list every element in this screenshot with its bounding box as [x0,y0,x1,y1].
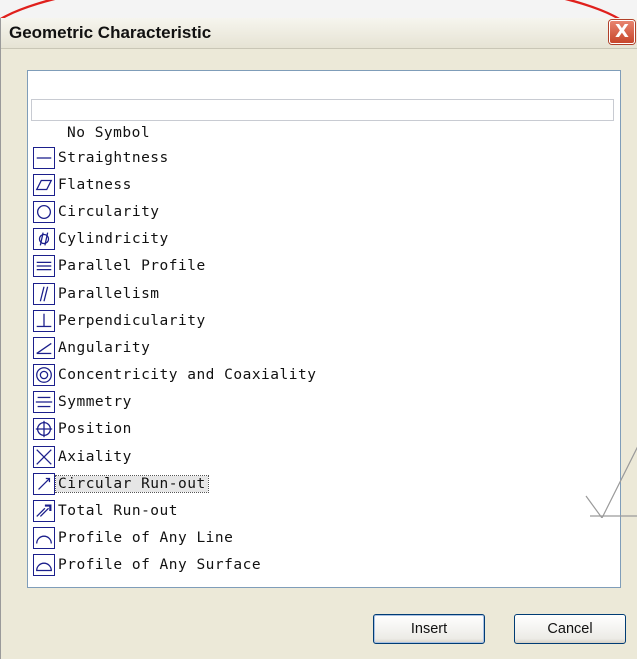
list-item[interactable]: Axiality [33,443,318,470]
list-item[interactable]: Total Run-out [33,497,318,524]
symbol-list: No Symbol Straightness Flatness Circularity… [33,122,318,579]
list-item[interactable]: Angularity [33,334,318,361]
list-item-label: Circular Run-out [55,474,209,493]
circular-runout-icon [33,472,55,495]
insert-button[interactable]: Insert [373,614,485,644]
list-item-label: Angularity [58,339,151,356]
list-item-label: Flatness [58,176,132,193]
profile-line-icon [33,527,55,550]
angularity-icon [33,336,55,359]
list-item-label: Total Run-out [58,503,178,520]
list-item[interactable]: Cylindricity [33,226,318,253]
axiality-icon [33,445,55,468]
title-bar[interactable]: Geometric Characteristic X [1,18,637,49]
parallelism-icon [33,282,55,305]
parallel-profile-icon [33,255,55,278]
profile-surface-icon [33,554,55,577]
list-item-label: Symmetry [58,394,132,411]
list-item[interactable]: Position [33,416,318,443]
flatness-icon [33,173,55,196]
position-icon [33,418,55,441]
list-item[interactable]: Perpendicularity [33,307,318,334]
list-item-label: No Symbol [67,125,151,141]
geometric-characteristic-dialog: Geometric Characteristic X No Symbol Stra… [0,18,637,659]
list-item-label: Concentricity and Coaxiality [58,367,317,384]
list-item-label: Cylindricity [58,231,169,248]
list-item[interactable]: Profile of Any Line [33,525,318,552]
list-item-label: Parallel Profile [58,258,206,275]
close-button[interactable]: X [609,20,635,44]
list-item[interactable]: Circular Run-out [33,470,318,497]
list-item-label: Circularity [58,203,160,220]
list-item[interactable]: Parallelism [33,280,318,307]
cylindricity-icon [33,228,55,251]
perpendicularity-icon [33,309,55,332]
symmetry-icon [33,391,55,414]
list-item-label: Position [58,421,132,438]
straightness-icon [33,146,55,169]
list-item[interactable]: Profile of Any Surface [33,552,318,579]
list-item[interactable]: Flatness [33,171,318,198]
list-item[interactable]: Straightness [33,144,318,171]
total-runout-icon [33,500,55,523]
concentricity-icon [33,364,55,387]
list-item[interactable]: No Symbol [33,122,318,144]
list-item-label: Axiality [58,448,132,465]
list-item[interactable]: Symmetry [33,389,318,416]
list-item-label: Parallelism [58,285,160,302]
list-item[interactable]: Circularity [33,198,318,225]
list-item-label: Profile of Any Line [58,530,234,547]
list-item[interactable]: Parallel Profile [33,253,318,280]
list-item-label: Perpendicularity [58,312,206,329]
list-item-label: Straightness [58,149,169,166]
list-item-label: Profile of Any Surface [58,557,262,574]
checkmark-decoration [585,446,637,518]
circularity-icon [33,200,55,223]
dialog-title: Geometric Characteristic [9,23,212,42]
list-item[interactable]: Concentricity and Coaxiality [33,362,318,389]
cancel-button[interactable]: Cancel [514,614,626,644]
symbol-list-panel: No Symbol Straightness Flatness Circularity… [27,70,621,588]
filter-input[interactable] [31,99,614,121]
